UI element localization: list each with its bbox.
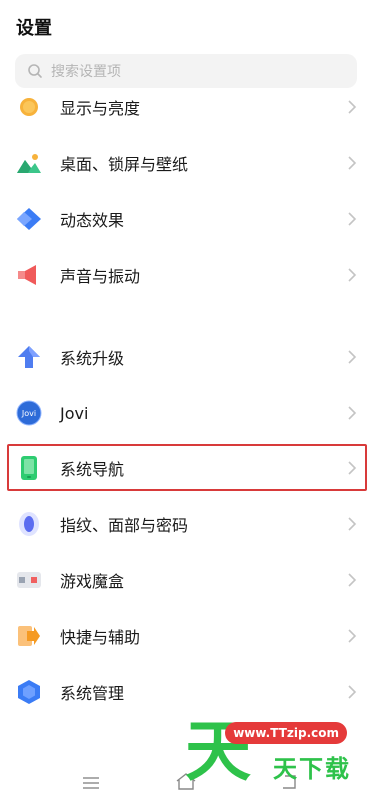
watermark-url: www.TTzip.com	[225, 722, 347, 744]
system-management-icon	[16, 679, 42, 705]
jovi-icon: Jovi	[16, 400, 42, 426]
sound-vibration-icon	[16, 262, 42, 288]
search-icon	[28, 64, 42, 78]
settings-item-label: 游戏魔盒	[60, 572, 125, 591]
system-navigation-icon	[16, 455, 42, 481]
svg-text:Jovi: Jovi	[21, 409, 36, 418]
dynamic-effects-icon	[16, 206, 42, 232]
section-divider	[0, 302, 373, 328]
chevron-right-icon	[348, 461, 357, 475]
settings-item-label: 指纹、面部与密码	[60, 516, 189, 535]
settings-item-label: Jovi	[60, 403, 89, 423]
settings-item-dynamic-effects[interactable]: 动态效果	[0, 191, 373, 247]
chevron-right-icon	[348, 685, 357, 699]
settings-item-game-box[interactable]: 游戏魔盒	[0, 552, 373, 608]
chevron-right-icon	[348, 268, 357, 282]
settings-item-shortcut[interactable]: 快捷与辅助	[0, 608, 373, 664]
settings-item-system-management[interactable]: 系统管理	[0, 664, 373, 720]
settings-item-label: 快捷与辅助	[60, 628, 141, 647]
chevron-right-icon	[348, 156, 357, 170]
settings-item-label: 动态效果	[60, 211, 125, 230]
system-upgrade-icon	[16, 344, 42, 370]
settings-item-system-upgrade[interactable]: 系统升级	[0, 329, 373, 385]
display-brightness-icon	[16, 94, 42, 120]
settings-item-sound[interactable]: 声音与振动	[0, 247, 373, 303]
chevron-right-icon	[348, 573, 357, 587]
fingerprint-icon	[16, 511, 42, 537]
settings-item-display[interactable]: 显示与亮度	[0, 79, 373, 135]
watermark-text: 天下载	[273, 755, 351, 783]
settings-item-label: 系统管理	[60, 684, 125, 703]
game-box-icon	[16, 567, 42, 593]
settings-item-label: 桌面、锁屏与壁纸	[60, 155, 189, 174]
watermark: 天 www.TTzip.com 天下载	[185, 716, 365, 788]
settings-item-system-navigation[interactable]: 系统导航	[0, 440, 373, 496]
page-title: 设置	[16, 18, 52, 39]
settings-item-fingerprint[interactable]: 指纹、面部与密码	[0, 496, 373, 552]
chevron-right-icon	[348, 350, 357, 364]
chevron-right-icon	[348, 406, 357, 420]
settings-item-label: 显示与亮度	[60, 99, 141, 118]
settings-item-label: 系统导航	[60, 460, 125, 479]
chevron-right-icon	[348, 212, 357, 226]
shortcut-assist-icon	[16, 623, 42, 649]
settings-item-jovi[interactable]: Jovi Jovi	[0, 385, 373, 441]
wallpaper-icon	[16, 150, 42, 176]
chevron-right-icon	[348, 100, 357, 114]
settings-item-label: 声音与振动	[60, 267, 141, 286]
search-placeholder: 搜索设置项	[51, 64, 121, 80]
chevron-right-icon	[348, 629, 357, 643]
menu-icon[interactable]	[82, 776, 100, 790]
settings-item-wallpaper[interactable]: 桌面、锁屏与壁纸	[0, 135, 373, 191]
chevron-right-icon	[348, 517, 357, 531]
settings-item-label: 系统升级	[60, 349, 125, 368]
